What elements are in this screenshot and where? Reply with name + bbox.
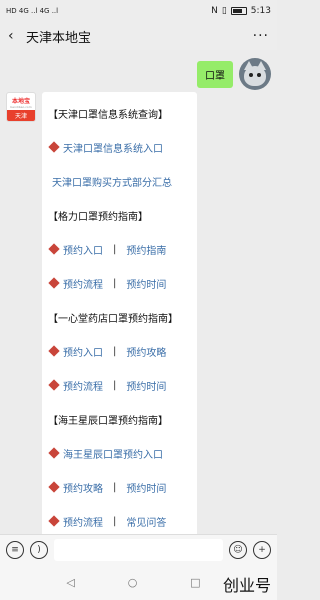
chat-title: 天津本地宝 <box>26 30 92 46</box>
menu-link[interactable]: 天津口罩信息系统入口 <box>48 130 191 164</box>
menu-link[interactable]: 天津口罩购买方式部分汇总 <box>48 164 191 198</box>
menu-link-row: 预约入口 | 预约攻略 <box>48 334 191 368</box>
diamond-icon <box>48 447 60 459</box>
nav-home-icon[interactable]: ○ <box>128 576 138 589</box>
menu-link-row: 预约入口 | 预约指南 <box>48 232 191 266</box>
diamond-icon <box>48 481 60 493</box>
diamond-icon <box>48 277 60 289</box>
diamond-icon <box>48 243 60 255</box>
vibrate-icon: ▯ <box>221 6 227 16</box>
back-arrow-icon[interactable]: ‹ <box>8 28 26 44</box>
signal-indicators: HD 4G ..l 4G ..l <box>6 7 59 15</box>
chat-area[interactable]: 口罩 本地宝 bendibao.com 天津 【天津口罩信息系统查询】 天津口罩… <box>0 50 277 534</box>
emoji-icon[interactable]: ☺ <box>229 540 247 559</box>
more-options-icon[interactable]: ··· <box>253 28 269 44</box>
menu-link-row: 预约流程 | 预约时间 <box>48 266 191 300</box>
battery-icon <box>230 7 247 15</box>
menu-link-row: 预约攻略 | 预约时间 <box>48 470 191 504</box>
input-bar: ≡ ) ☺ + <box>0 534 277 564</box>
nav-back-icon[interactable]: ◁ <box>66 576 74 589</box>
sent-bubble[interactable]: 口罩 <box>197 61 233 88</box>
menu-link-row: 预约流程 | 预约时间 <box>48 368 191 402</box>
sent-message: 口罩 <box>197 58 271 90</box>
reply-bubble: 【天津口罩信息系统查询】 天津口罩信息系统入口 天津口罩购买方式部分汇总 【格力… <box>42 92 197 534</box>
message-input[interactable] <box>54 538 223 561</box>
keyboard-icon[interactable]: ≡ <box>6 540 24 559</box>
diamond-icon <box>48 379 60 391</box>
nav-recents-icon[interactable]: □ <box>190 576 200 589</box>
status-bar: HD 4G ..l 4G ..l N ▯ 5:13 <box>0 0 277 22</box>
user-avatar[interactable] <box>239 58 271 90</box>
section-heading: 【天津口罩信息系统查询】 <box>48 109 168 121</box>
section-heading: 【一心堂药店口罩预约指南】 <box>48 313 178 325</box>
official-account-avatar[interactable]: 本地宝 bendibao.com 天津 <box>6 92 36 122</box>
menu-link[interactable]: 海王星辰口罩预约入口 <box>48 436 191 470</box>
diamond-icon <box>48 345 60 357</box>
clock: 5:13 <box>250 6 271 16</box>
watermark: 创业号 <box>222 576 271 595</box>
section-heading: 【格力口罩预约指南】 <box>48 211 148 223</box>
reply-message: 本地宝 bendibao.com 天津 【天津口罩信息系统查询】 天津口罩信息系… <box>6 92 197 534</box>
menu-link-row: 预约流程 | 常见问答 <box>48 504 191 534</box>
diamond-icon <box>48 141 60 153</box>
voice-icon[interactable]: ) <box>30 540 48 559</box>
diamond-icon <box>48 515 60 527</box>
section-heading: 【海王星辰口罩预约指南】 <box>48 415 168 427</box>
nfc-icon: N <box>211 6 218 16</box>
plus-icon[interactable]: + <box>253 540 271 559</box>
chat-header: ‹ 天津本地宝 ··· <box>0 22 277 50</box>
